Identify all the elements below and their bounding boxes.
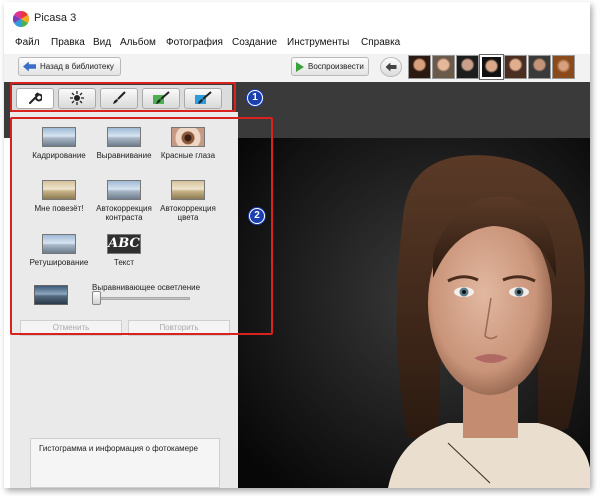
filmstrip-thumbnail[interactable] xyxy=(456,55,479,79)
menu-create[interactable]: Создание xyxy=(232,37,277,48)
back-to-library-label: Назад в библиотеку xyxy=(40,62,114,71)
menu-bar: Файл Правка Вид Альбом Фотография Создан… xyxy=(4,33,590,53)
menu-edit[interactable]: Правка xyxy=(51,37,85,48)
filmstrip-thumbnail[interactable] xyxy=(408,55,431,79)
callout-box-1 xyxy=(10,82,236,112)
callout-badge-1: 1 xyxy=(247,90,263,106)
menu-file[interactable]: Файл xyxy=(15,37,40,48)
menu-help[interactable]: Справка xyxy=(361,37,400,48)
arrow-left-icon xyxy=(385,62,397,72)
callout-badge-2: 2 xyxy=(249,208,265,224)
slideshow-button[interactable]: Воспроизвести xyxy=(291,57,369,76)
menu-photo[interactable]: Фотография xyxy=(166,37,223,48)
menu-album[interactable]: Альбом xyxy=(120,37,156,48)
back-to-library-button[interactable]: Назад в библиотеку xyxy=(18,57,121,76)
menu-tools[interactable]: Инструменты xyxy=(287,37,349,48)
previous-photo-button[interactable] xyxy=(380,57,402,77)
toolbar: Назад в библиотеку Воспроизвести xyxy=(4,54,590,82)
play-icon xyxy=(296,61,304,72)
histogram-title: Гистограмма и информация о фотокамере xyxy=(39,444,198,453)
picasa-logo-icon xyxy=(13,11,29,27)
slideshow-label: Воспроизвести xyxy=(308,62,364,71)
window-title: Picasa 3 xyxy=(34,12,77,24)
portrait-photo xyxy=(238,138,590,488)
screenshot-frame: Picasa 3 Файл Правка Вид Альбом Фотограф… xyxy=(4,2,590,488)
filmstrip-thumbnail[interactable] xyxy=(504,55,527,79)
title-bar: Picasa 3 xyxy=(4,2,590,32)
photo-preview xyxy=(238,138,590,488)
filmstrip-thumbnail[interactable] xyxy=(528,55,551,79)
callout-box-2 xyxy=(10,117,273,335)
filmstrip-thumbnail[interactable] xyxy=(432,55,455,79)
filmstrip-thumbnail-selected[interactable] xyxy=(479,54,504,80)
histogram-panel[interactable]: Гистограмма и информация о фотокамере xyxy=(30,438,220,488)
filmstrip-thumbnail[interactable] xyxy=(552,55,575,79)
menu-view[interactable]: Вид xyxy=(93,37,111,48)
arrow-left-icon xyxy=(23,61,36,72)
